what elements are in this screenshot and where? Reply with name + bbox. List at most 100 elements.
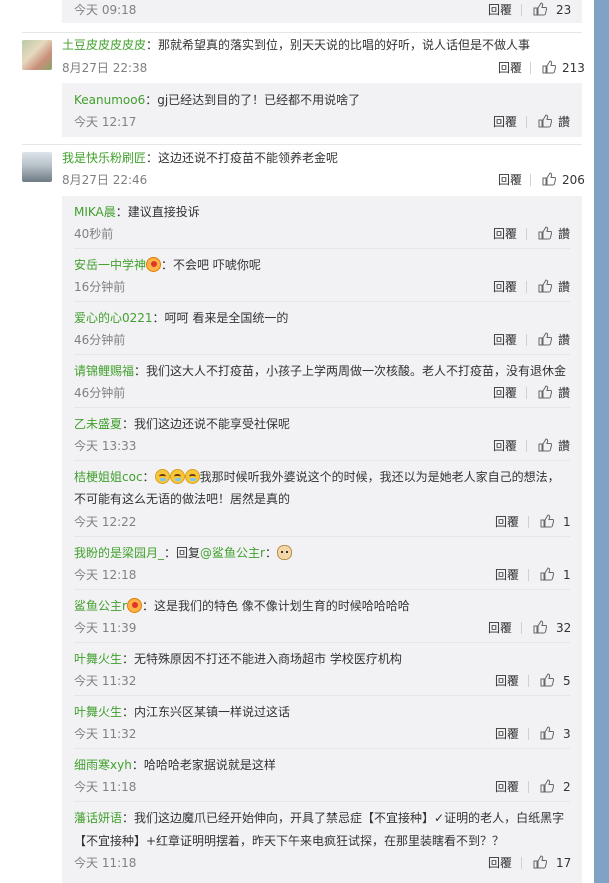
reply-text: 爱心的心0221：呵呵 看来是全国统一的 (74, 311, 289, 325)
reply-button[interactable]: 回覆 (498, 172, 522, 188)
divider (521, 857, 522, 869)
thumbs-up-icon[interactable] (538, 332, 552, 346)
timestamp: 今天 11:32 (74, 674, 137, 688)
username[interactable]: MIKA晨 (74, 205, 116, 219)
divider (526, 334, 527, 346)
reply-button[interactable]: 回覆 (488, 855, 512, 871)
divider (74, 354, 570, 355)
like-label: 讚 (558, 333, 571, 347)
badge-icon (146, 257, 162, 272)
divider (528, 781, 529, 793)
divider (74, 642, 570, 643)
username[interactable]: 请锦鲤赐福 (74, 364, 134, 378)
divider (530, 174, 531, 186)
mention-link[interactable]: @鲨鱼公主r (200, 546, 265, 560)
reply-text: 桔梗姐姐coc： 我那时候听我外婆说这个的时候，我还以为是她老人家自己的想法， (74, 469, 560, 484)
divider (526, 228, 527, 240)
reply-button[interactable]: 回覆 (495, 779, 519, 795)
reply-text: 藩话妍语：我们这边魔爪已经开始伸向，开具了禁忌症【不宜接种】✓证明的老人，白纸黑… (74, 811, 565, 825)
divider (22, 32, 582, 33)
like-count: 206 (562, 173, 585, 187)
reply-button[interactable]: 回覆 (495, 673, 519, 689)
reply-button[interactable]: 回覆 (493, 385, 517, 401)
thumbs-up-icon[interactable] (540, 567, 554, 581)
reply-text: 叶舞火生：无特殊原因不打还不能进入商场超市 学校医疗机构 (74, 652, 402, 666)
timestamp: 今天 11:32 (74, 727, 137, 741)
reply-text: MIKA晨：建议直接投诉 (74, 205, 200, 219)
like-label: 讚 (558, 439, 571, 453)
username[interactable]: 爱心的心0221 (74, 311, 153, 325)
thumbs-up-icon[interactable] (540, 514, 554, 528)
username[interactable]: 安岳一中学神 (74, 258, 146, 272)
avatar[interactable] (22, 40, 52, 70)
reply-text: 细雨寒xyh：哈哈哈老家据说就是这样 (74, 758, 276, 772)
like-label: 讚 (558, 115, 571, 129)
thumbs-up-icon[interactable] (540, 673, 554, 687)
reply-button[interactable]: 回覆 (493, 226, 517, 242)
divider (74, 301, 570, 302)
badge-icon (126, 598, 142, 613)
divider (74, 460, 570, 461)
username[interactable]: 鲨鱼公主r (74, 599, 127, 613)
reply-text: Keanumoo6：gj已经达到目的了！已经都不用说啥了 (74, 93, 361, 107)
divider (526, 440, 527, 452)
timestamp: 8月27日 22:38 (62, 61, 148, 75)
thumbs-up-icon[interactable] (538, 279, 552, 293)
username[interactable]: 土豆皮皮皮皮皮 (62, 38, 146, 52)
username[interactable]: 细雨寒xyh (74, 758, 132, 772)
username[interactable]: Keanumoo6 (74, 93, 145, 107)
reply-button[interactable]: 回覆 (498, 60, 522, 76)
thumbs-up-icon[interactable] (540, 726, 554, 740)
thumbs-up-icon[interactable] (540, 779, 554, 793)
reply-text: 请锦鲤赐福：我们这大人不打疫苗，小孩子上学两周做一次核酸。老人不打疫苗，没有退休… (74, 364, 567, 378)
username[interactable]: 叶舞火生 (74, 652, 122, 666)
username[interactable]: 我盼的是梁园月_ (74, 546, 164, 560)
like-count: 3 (563, 727, 571, 741)
timestamp: 8月27日 22:46 (62, 173, 148, 187)
timestamp: 46分钟前 (74, 386, 126, 400)
thumbs-up-icon[interactable] (538, 114, 552, 128)
thumbs-up-icon[interactable] (533, 855, 547, 869)
reply-button[interactable]: 回覆 (493, 279, 517, 295)
reply-button[interactable]: 回覆 (488, 620, 512, 636)
reply-button[interactable]: 回覆 (493, 332, 517, 348)
timestamp: 今天 11:18 (74, 780, 137, 794)
like-count: 1 (563, 515, 571, 529)
reply-button[interactable]: 回覆 (495, 514, 519, 530)
reply-button[interactable]: 回覆 (495, 567, 519, 583)
thumbs-up-icon[interactable] (533, 620, 547, 634)
divider (521, 4, 522, 16)
username[interactable]: 桔梗姐姐coc (74, 470, 143, 484)
divider (526, 116, 527, 128)
divider (528, 516, 529, 528)
timestamp: 40秒前 (74, 227, 114, 241)
thumbs-up-icon[interactable] (538, 385, 552, 399)
username[interactable]: 乙未盛夏 (74, 417, 122, 431)
timestamp: 今天 12:18 (74, 568, 137, 582)
reply-button[interactable]: 回覆 (495, 726, 519, 742)
reply-button[interactable]: 回覆 (493, 438, 517, 454)
thumbs-up-icon[interactable] (542, 172, 556, 186)
username[interactable]: 藩话妍语 (74, 811, 122, 825)
divider (74, 801, 570, 802)
thumbs-up-icon[interactable] (538, 226, 552, 240)
username[interactable]: 我是快乐粉刷匠 (62, 151, 146, 165)
thumbs-up-icon[interactable] (542, 60, 556, 74)
reply-button[interactable]: 回覆 (488, 2, 512, 18)
scrollbar-track[interactable] (594, 0, 609, 883)
comment-panel: 今天 09:18 回覆 23 土豆皮皮皮皮皮：那就希望真的落实到位，别天天说的比… (0, 0, 594, 883)
laugh-cry-emoji-icon (154, 469, 170, 484)
thumbs-up-icon[interactable] (538, 438, 552, 452)
timestamp: 16分钟前 (74, 280, 126, 294)
username[interactable]: 叶舞火生 (74, 705, 122, 719)
divider (74, 407, 570, 408)
reply-text: 叶舞火生：内江东兴区某镇一样说过这话 (74, 705, 291, 719)
like-count: 17 (556, 856, 572, 870)
thumbs-up-icon[interactable] (533, 2, 547, 16)
timestamp: 今天 09:18 (74, 3, 137, 17)
like-label: 讚 (558, 227, 571, 241)
avatar[interactable] (22, 152, 52, 182)
like-count: 23 (556, 3, 572, 17)
divider (530, 62, 531, 74)
reply-button[interactable]: 回覆 (493, 114, 517, 130)
